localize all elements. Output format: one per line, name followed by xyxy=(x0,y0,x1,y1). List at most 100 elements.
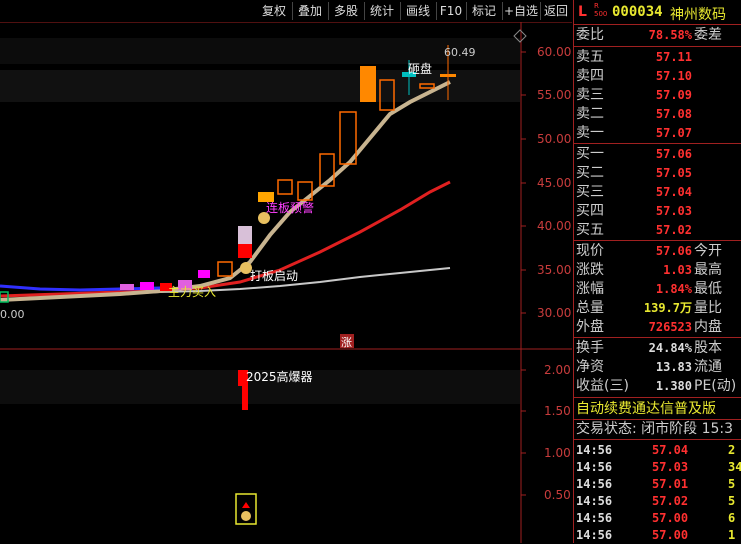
quote-row-value: 139.7万 xyxy=(643,301,692,315)
bid-row: 买三 57.04 xyxy=(576,183,741,202)
ask-row-value: 57.07 xyxy=(655,126,692,140)
quote-row-label2: 今开 xyxy=(694,243,722,259)
quote-row: 外盘 726523 内盘 xyxy=(576,318,741,337)
stat-row-value: 24.84% xyxy=(648,341,692,355)
tick-row: 14:56 57.00 6 xyxy=(576,509,741,527)
bid-row-value: 57.06 xyxy=(655,147,692,161)
webi-row: 委比 78.58% 委差 xyxy=(576,26,741,45)
stat-row-value: 1.380 xyxy=(655,379,692,393)
quote-row: 总量 139.7万 量比 xyxy=(576,299,741,318)
tick-price: 57.00 xyxy=(652,511,689,525)
ask-row-value: 57.08 xyxy=(655,107,692,121)
level-badge: L xyxy=(578,4,587,20)
quote-row-value: 57.06 xyxy=(655,244,692,258)
bid-row-label: 买五 xyxy=(576,222,604,238)
ask-row: 卖三 57.09 xyxy=(576,86,741,105)
tick-row: 14:56 57.01 5 xyxy=(576,475,741,493)
stat-row: 换手 24.84% 股本 xyxy=(576,339,741,358)
price-tick-30: 30.00 xyxy=(537,306,571,320)
ask-row-label: 卖四 xyxy=(576,68,604,84)
tick-time: 14:56 xyxy=(576,511,613,525)
quote-row-label2: 最高 xyxy=(694,262,722,278)
bid-row-value: 57.03 xyxy=(655,204,692,218)
tick-time: 14:56 xyxy=(576,494,613,508)
tick-volume: 2 xyxy=(728,443,736,457)
tick-time: 14:56 xyxy=(576,528,613,542)
money-bag-icon xyxy=(241,511,251,521)
divider xyxy=(574,143,741,144)
stat-row: 净资 13.83 流通 xyxy=(576,358,741,377)
stat-row: 收益(三) 1.380 PE(动) xyxy=(576,377,741,396)
price-tick-35: 35.00 xyxy=(537,263,571,277)
ask-row-value: 57.11 xyxy=(655,50,692,64)
statistics-button[interactable]: 统计 xyxy=(365,2,399,20)
tick-volume: 5 xyxy=(728,477,736,491)
bid-row-label: 买一 xyxy=(576,146,604,162)
quote-row-label: 总量 xyxy=(576,300,604,316)
price-tick-40: 40.00 xyxy=(537,219,571,233)
ask-row-label: 卖三 xyxy=(576,87,604,103)
indicator-tick-2: 2.00 xyxy=(544,363,571,377)
quote-row-label: 现价 xyxy=(576,243,604,259)
stat-row-label2: PE(动) xyxy=(694,378,737,394)
r500-badge: R 500 xyxy=(594,2,608,18)
quote-row-label2: 量比 xyxy=(694,300,722,316)
renewal-notice[interactable]: 自动续费通达信普及版 xyxy=(576,399,716,419)
indicator-tick-1-5: 1.50 xyxy=(544,404,571,418)
overlay-button[interactable]: 叠加 xyxy=(293,2,327,20)
webi-diff-label: 委差 xyxy=(694,27,722,43)
stat-row-label2: 流通 xyxy=(694,359,722,375)
divider xyxy=(574,46,741,47)
ask-row: 卖一 57.07 xyxy=(576,124,741,143)
quote-row-label: 涨幅 xyxy=(576,281,604,297)
indicator-tick-0-5: 0.50 xyxy=(544,488,571,502)
stat-row-label: 收益(三) xyxy=(576,378,629,394)
divider xyxy=(574,439,741,440)
tick-row: 14:56 57.03 34 xyxy=(576,458,741,476)
webi-label: 委比 xyxy=(576,27,604,43)
tick-volume: 6 xyxy=(728,511,736,525)
price-tick-55: 55.00 xyxy=(537,88,571,102)
f10-button[interactable]: F10 xyxy=(437,2,465,20)
tick-time: 14:56 xyxy=(576,477,613,491)
quote-row: 涨跌 1.03 最高 xyxy=(576,261,741,280)
quote-row-label2: 最低 xyxy=(694,281,722,297)
divider xyxy=(574,397,741,398)
kline-chart[interactable]: 60.00 55.00 50.00 45.00 40.00 35.00 30.0… xyxy=(0,22,572,543)
draw-line-button[interactable]: 画线 xyxy=(401,2,435,20)
ask-row-value: 57.09 xyxy=(655,88,692,102)
bid-row-label: 买四 xyxy=(576,203,604,219)
ask-row-label: 卖二 xyxy=(576,106,604,122)
multi-stock-button[interactable]: 多股 xyxy=(329,2,363,20)
price-tick-50: 50.00 xyxy=(537,132,571,146)
ask-row-label: 卖五 xyxy=(576,49,604,65)
indicator-bar xyxy=(242,386,248,410)
limit-up-forecast-label: 连板预警 xyxy=(266,200,314,215)
trading-status: 交易状态: 闭市阶段 15:3 xyxy=(576,421,734,437)
high-price-label: 60.49 xyxy=(444,46,476,59)
ask-row-label: 卖一 xyxy=(576,125,604,141)
divider xyxy=(574,240,741,241)
quote-panel: L R 500 000034 神州数码 委比 78.58% 委差 自动续费通达信… xyxy=(573,0,741,543)
quote-row-value: 726523 xyxy=(648,320,692,334)
stock-code: 000034 xyxy=(612,4,663,20)
ask-row: 卖二 57.08 xyxy=(576,105,741,124)
bid-row: 买五 57.02 xyxy=(576,221,741,240)
restore-rights-button[interactable]: 复权 xyxy=(257,2,291,20)
chart-toolbar: 复权 叠加 多股 统计 画线 F10 标记 +自选 返回 xyxy=(0,0,572,22)
quote-row-value: 1.03 xyxy=(663,263,692,277)
bid-row-label: 买二 xyxy=(576,165,604,181)
add-watchlist-button[interactable]: +自选 xyxy=(503,2,539,20)
quote-row-label2: 内盘 xyxy=(694,319,722,335)
mark-button[interactable]: 标记 xyxy=(467,2,501,20)
tick-row: 14:56 57.04 2 xyxy=(576,441,741,459)
bid-row: 买四 57.03 xyxy=(576,202,741,221)
main-buy-label: 主力买入 xyxy=(168,285,216,299)
tick-price: 57.00 xyxy=(652,528,689,542)
quote-row: 现价 57.06 今开 xyxy=(576,242,741,261)
smash-label: 砸盘 xyxy=(408,61,432,76)
ask-row: 卖五 57.11 xyxy=(576,48,741,67)
back-button[interactable]: 返回 xyxy=(541,2,571,20)
tick-price: 57.03 xyxy=(652,460,689,474)
stat-row-value: 13.83 xyxy=(655,360,692,374)
